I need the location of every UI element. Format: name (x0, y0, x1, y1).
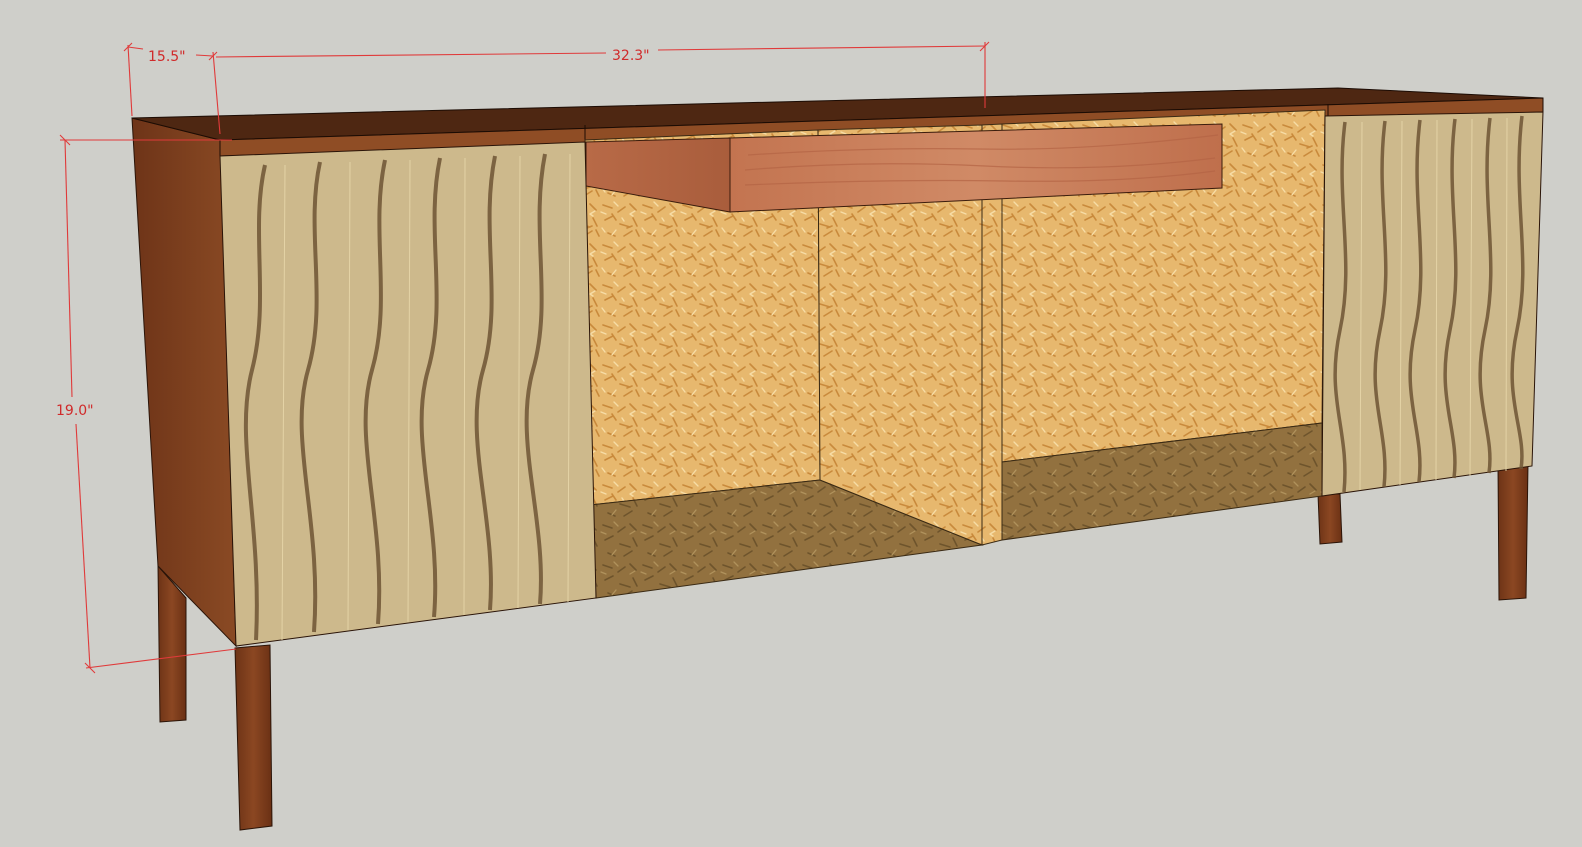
3d-viewport[interactable]: 15.5" 32.3" 19.0" (0, 0, 1582, 847)
door-right[interactable] (1321, 111, 1544, 497)
dimension-width[interactable]: 32.3" (215, 41, 990, 108)
dimension-depth-label: 15.5" (148, 49, 186, 65)
left-side-panel (131, 117, 237, 648)
leg-front-right (1497, 462, 1529, 601)
dimension-height-label: 19.0" (56, 403, 94, 419)
door-left[interactable] (219, 141, 597, 647)
leg-front-left (234, 644, 273, 831)
leg-back-right (1317, 493, 1343, 545)
model-canvas[interactable]: 15.5" 32.3" 19.0" (0, 0, 1582, 847)
dimension-width-label: 32.3" (612, 48, 650, 64)
door-right-panel[interactable] (1321, 111, 1544, 497)
